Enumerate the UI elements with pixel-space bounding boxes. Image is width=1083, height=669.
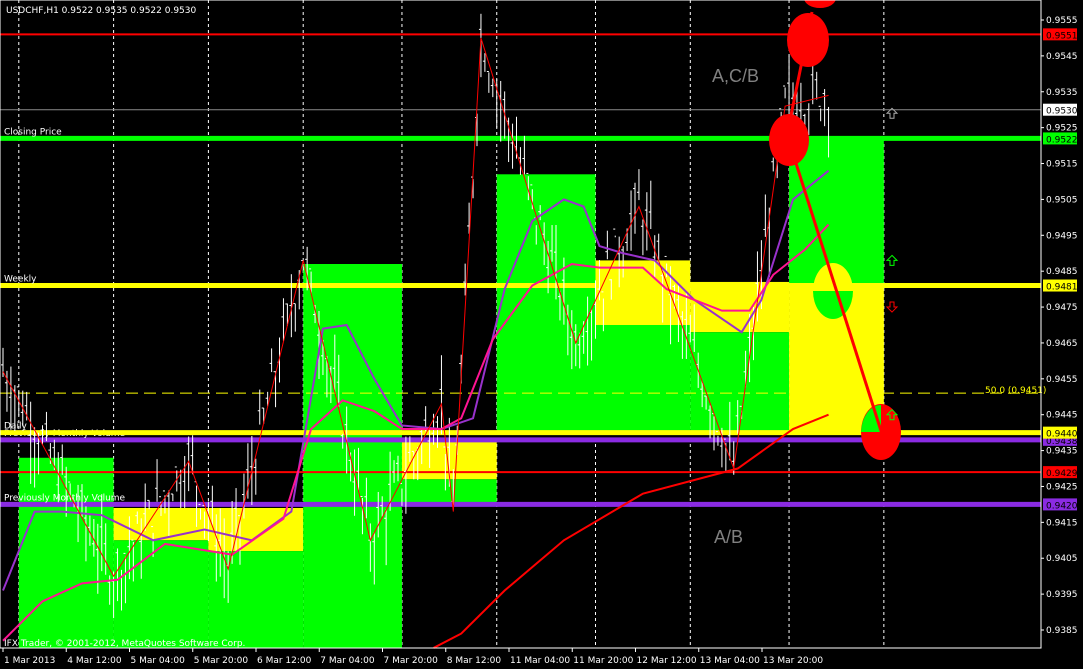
price-tag-label: 0.9420	[1046, 501, 1078, 511]
y-tick-label: 0.9385	[1046, 626, 1078, 636]
y-tick-label: 0.9465	[1046, 339, 1078, 349]
level-text: Previously Monthly Volume	[4, 493, 126, 503]
x-tick-label: 5 Mar 20:00	[194, 656, 249, 666]
y-tick-label: 0.9485	[1046, 267, 1078, 277]
range-box	[496, 174, 596, 433]
price-tag-label: 0.9481	[1046, 283, 1078, 293]
level-text: Weekly	[4, 275, 37, 285]
range-box	[690, 332, 790, 433]
price-tag-label: 0.9551	[1046, 31, 1078, 41]
y-tick-label: 0.9515	[1046, 160, 1078, 170]
x-tick-label: 5 Mar 04:00	[131, 656, 186, 666]
x-tick-label: 12 Mar 12:00	[637, 656, 697, 666]
range-box	[208, 551, 304, 648]
range-box	[595, 324, 691, 433]
y-tick-label: 0.9425	[1046, 482, 1078, 492]
level-text: Closing Price	[4, 127, 62, 137]
y-tick-label: 0.9475	[1046, 303, 1078, 313]
marker-ellipse	[787, 13, 829, 67]
y-tick-label: 0.9535	[1046, 88, 1078, 98]
x-tick-label: 6 Mar 12:00	[257, 656, 312, 666]
price-tag-label: 0.9530	[1046, 107, 1078, 117]
symbol-info: USDCHF,H1 0.9522 0.9535 0.9522 0.9530	[6, 6, 196, 16]
level-text: Daily	[4, 422, 27, 432]
y-tick-label: 0.9555	[1046, 16, 1078, 26]
x-tick-label: 13 Mar 04:00	[700, 656, 760, 666]
y-tick-label: 0.9395	[1046, 590, 1078, 600]
range-box	[113, 540, 209, 648]
x-tick-label: 11 Mar 20:00	[573, 656, 633, 666]
price-tag-label: 0.9522	[1046, 135, 1078, 145]
price-chart[interactable]: Closing Price Weekly Previously Monthly Vo…	[0, 0, 1083, 669]
x-tick-label: 7 Mar 20:00	[384, 656, 439, 666]
x-tick-label: 11 Mar 04:00	[510, 656, 570, 666]
y-tick-label: 0.9435	[1046, 447, 1078, 457]
price-tag-label: 0.9429	[1046, 469, 1078, 479]
annotation-ab: A/B	[714, 527, 743, 547]
y-tick-label: 0.9545	[1046, 52, 1078, 62]
y-tick-label: 0.9445	[1046, 411, 1078, 421]
x-tick-label: 4 Mar 12:00	[67, 656, 122, 666]
fibo-label: 50.0 (0.9451)	[985, 386, 1046, 396]
x-tick-label: 13 Mar 20:00	[763, 656, 823, 666]
copyright: IFX Trader, © 2001-2012, MetaQuotes Soft…	[4, 639, 245, 649]
y-tick-label: 0.9455	[1046, 375, 1078, 385]
price-tag-label: 0.9440	[1046, 430, 1078, 440]
y-tick-label: 0.9415	[1046, 518, 1078, 528]
annotation-acb: A,C/B	[712, 66, 759, 86]
y-tick-label: 0.9505	[1046, 195, 1078, 205]
y-tick-label: 0.9495	[1046, 231, 1078, 241]
y-tick-label: 0.9525	[1046, 124, 1078, 134]
x-tick-label: 7 Mar 04:00	[320, 656, 375, 666]
x-tick-label: 1 Mar 2013	[4, 656, 55, 666]
y-tick-label: 0.9405	[1046, 554, 1078, 564]
x-tick-label: 8 Mar 12:00	[447, 656, 502, 666]
